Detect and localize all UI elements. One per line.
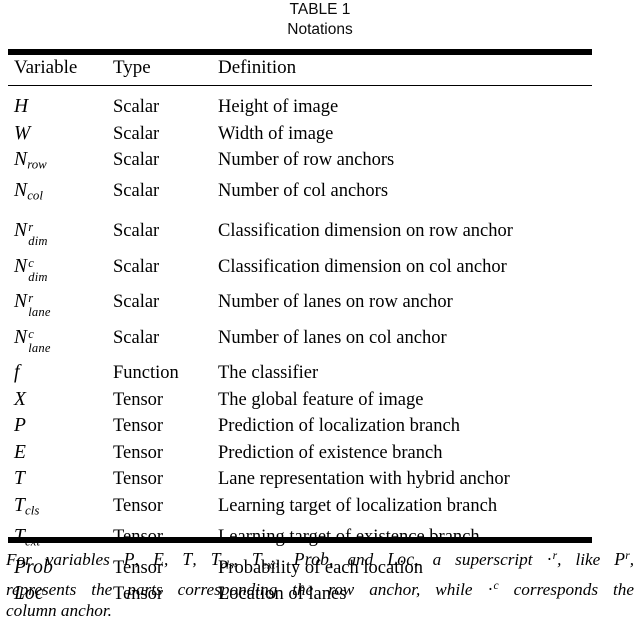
cell-type: Scalar [107,147,212,178]
cell-definition: Number of lanes on col anchor [212,316,592,352]
table-row: Nrlane Scalar Number of lanes on row anc… [8,280,592,316]
cell-type: Scalar [107,121,212,148]
table-caption-label: TABLE 1 [0,0,640,20]
cell-definition: Classification dimension on col anchor [212,245,592,281]
cell-type: Function [107,351,212,387]
cell-variable: Tcls [8,493,107,524]
cell-definition: The classifier [212,351,592,387]
cell-variable: Nrdim [8,209,107,245]
cell-type: Tensor [107,413,212,440]
footnote-line-1: For variables P, E, T, Tcls, Text, Prob,… [6,546,634,576]
cell-definition: Number of col anchors [212,178,592,209]
cell-variable: Nrlane [8,280,107,316]
cell-type: Scalar [107,209,212,245]
cell-definition: Number of row anchors [212,147,592,178]
cell-variable: Nclane [8,316,107,352]
cell-variable: W [8,121,107,148]
cell-type: Scalar [107,86,212,121]
cell-type: Tensor [107,387,212,414]
column-header-definition: Definition [212,56,592,86]
footnote-line-2: represents the parts corresponding the r… [6,576,634,601]
cell-type: Scalar [107,245,212,281]
table-caption: TABLE 1 Notations [0,0,640,40]
notations-table-body: H Scalar Height of image W Scalar Width … [8,86,592,608]
table-row: f Function The classifier [8,351,592,387]
cell-type: Scalar [107,280,212,316]
cell-definition: Prediction of localization branch [212,413,592,440]
table-top-rule [8,49,592,55]
cell-definition: Width of image [212,121,592,148]
column-header-variable: Variable [8,56,107,86]
cell-definition: The global feature of image [212,387,592,414]
cell-definition: Number of lanes on row anchor [212,280,592,316]
table-row: Nrdim Scalar Classification dimension on… [8,209,592,245]
table-row: H Scalar Height of image [8,86,592,121]
column-header-type: Type [107,56,212,86]
cell-definition: Classification dimension on row anchor [212,209,592,245]
cell-variable: Nrow [8,147,107,178]
table-row: Ncol Scalar Number of col anchors [8,178,592,209]
table-header-row: Variable Type Definition [8,56,592,86]
table-footnote: For variables P, E, T, Tcls, Text, Prob,… [6,546,634,621]
cell-variable: f [8,351,107,387]
cell-variable: T [8,466,107,493]
footnote-line-3: column anchor. [6,601,634,621]
cell-variable: Ncdim [8,245,107,281]
cell-type: Tensor [107,440,212,467]
table-row: Tcls Tensor Learning target of localizat… [8,493,592,524]
cell-type: Tensor [107,466,212,493]
table-row: T Tensor Lane representation with hybrid… [8,466,592,493]
cell-variable: Ncol [8,178,107,209]
table-row: X Tensor The global feature of image [8,387,592,414]
cell-type: Tensor [107,493,212,524]
table-row: Ncdim Scalar Classification dimension on… [8,245,592,281]
cell-type: Scalar [107,316,212,352]
cell-variable: E [8,440,107,467]
cell-variable: P [8,413,107,440]
cell-variable: H [8,86,107,121]
cell-definition: Height of image [212,86,592,121]
cell-variable: X [8,387,107,414]
notations-table-container: Variable Type Definition H Scalar Height… [0,56,640,608]
table-caption-title: Notations [0,20,640,40]
table-row: E Tensor Prediction of existence branch [8,440,592,467]
notations-table: Variable Type Definition H Scalar Height… [8,56,592,608]
table-row: Nrow Scalar Number of row anchors [8,147,592,178]
table-row: P Tensor Prediction of localization bran… [8,413,592,440]
cell-type: Scalar [107,178,212,209]
cell-definition: Learning target of localization branch [212,493,592,524]
table-row: W Scalar Width of image [8,121,592,148]
cell-definition: Prediction of existence branch [212,440,592,467]
table-row: Nclane Scalar Number of lanes on col anc… [8,316,592,352]
cell-definition: Lane representation with hybrid anchor [212,466,592,493]
